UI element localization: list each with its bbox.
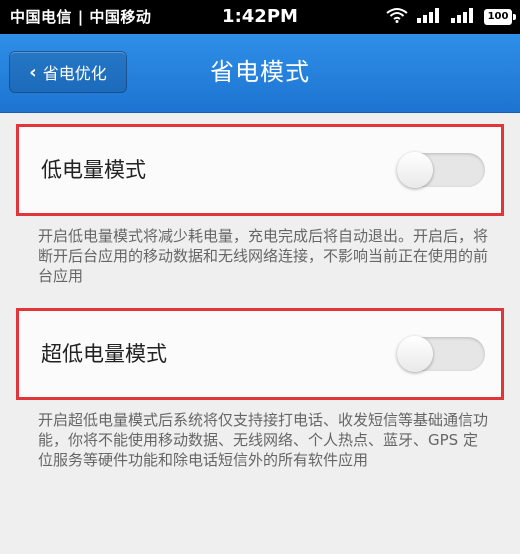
ultra-low-power-mode-description: 开启超低电量模式后系统将仅支持接打电话、收发短信等基础通信功能，你将不能使用移动… [38, 411, 489, 469]
navigation-bar: 省电模式 ‹ 省电优化 [0, 34, 520, 113]
low-power-mode-row[interactable]: 低电量模式 [16, 124, 504, 216]
ultra-low-power-mode-row[interactable]: 超低电量模式 [16, 308, 504, 400]
signal-icon [416, 7, 442, 27]
chevron-left-icon: ‹ [29, 61, 37, 83]
back-button[interactable]: ‹ 省电优化 [9, 51, 127, 93]
ultra-low-power-mode-label: 超低电量模式 [41, 342, 167, 366]
battery-icon: 100 [484, 9, 516, 25]
signal-icon [450, 7, 476, 27]
toggle-knob [397, 336, 433, 372]
low-power-mode-toggle[interactable] [397, 152, 485, 188]
ultra-low-power-mode-toggle[interactable] [397, 336, 485, 372]
toggle-knob [397, 152, 433, 188]
back-button-label: 省电优化 [42, 64, 107, 83]
status-bar: 中国电信 | 中国移动 1:42PM 100 [0, 0, 520, 34]
status-icons: 100 [386, 0, 516, 34]
wifi-icon [386, 7, 408, 27]
low-power-mode-description: 开启低电量模式将减少耗电量，充电完成后将自动退出。开启后，将断开后台应用的移动数… [38, 227, 489, 285]
low-power-mode-label: 低电量模式 [41, 158, 146, 182]
